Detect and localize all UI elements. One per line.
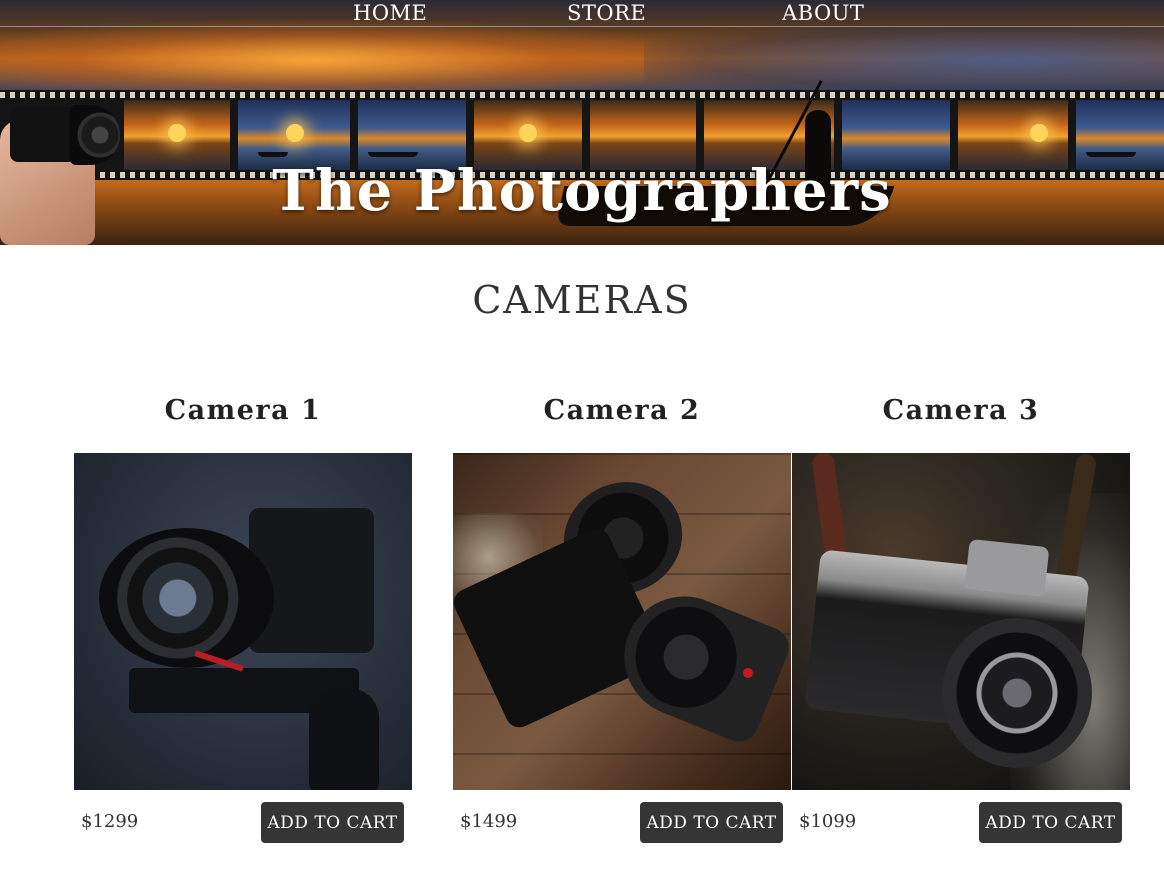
product-card: Camera 1 $1299 ADD TO CART — [74, 395, 412, 845]
add-to-cart-button[interactable]: ADD TO CART — [979, 802, 1122, 843]
sunset-sky-glow — [0, 20, 700, 100]
cinema-camera-photo — [74, 453, 412, 790]
evening-sky — [644, 25, 1164, 95]
add-to-cart-button[interactable]: ADD TO CART — [261, 802, 404, 843]
product-title: Camera 1 — [164, 395, 322, 426]
header-banner: HOME STORE ABOUT The Photographers — [0, 0, 1164, 245]
product-price: $1499 — [460, 811, 518, 832]
nav-about-link[interactable]: ABOUT — [782, 0, 864, 26]
mirrorless-camera-photo — [453, 453, 791, 790]
section-title: CAMERAS — [472, 278, 692, 322]
nav-home-link[interactable]: HOME — [353, 0, 427, 26]
nav-store-link[interactable]: STORE — [567, 0, 646, 26]
main-nav: HOME STORE ABOUT — [0, 0, 1164, 26]
product-price: $1099 — [799, 811, 857, 832]
vintage-nikon-camera-photo — [792, 453, 1130, 790]
add-to-cart-button[interactable]: ADD TO CART — [640, 802, 783, 843]
product-price: $1299 — [81, 811, 139, 832]
product-title: Camera 3 — [882, 395, 1040, 426]
product-title: Camera 2 — [543, 395, 701, 426]
nav-divider — [0, 26, 1164, 27]
brand-title: The Photographers — [272, 158, 892, 224]
film-perforations-top — [0, 92, 1164, 98]
product-card: Camera 3 $1099 ADD TO CART — [792, 395, 1130, 845]
product-card: Camera 2 $1499 ADD TO CART — [453, 395, 791, 845]
